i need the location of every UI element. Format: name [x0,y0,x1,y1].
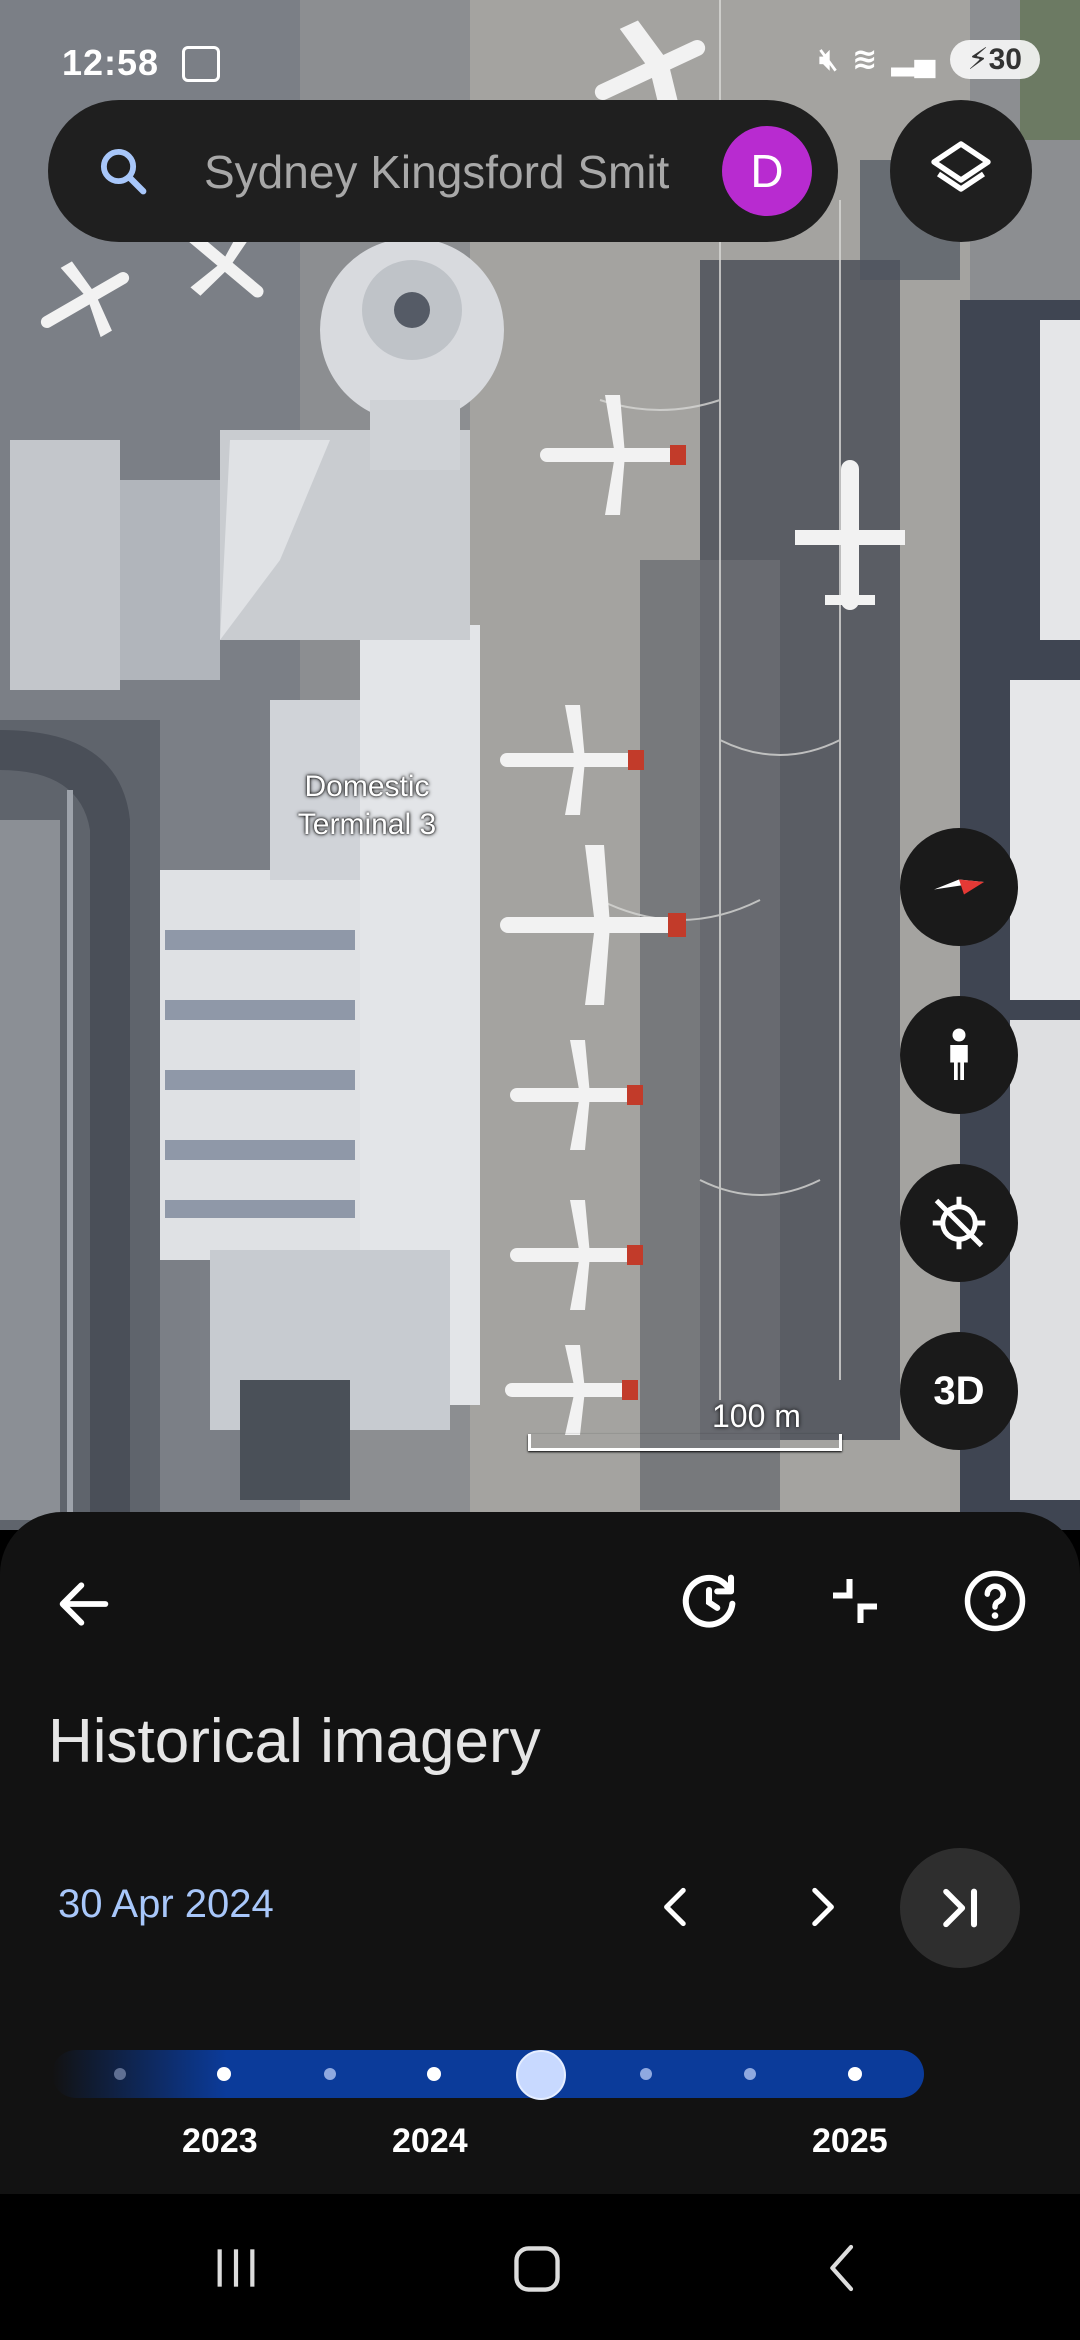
street-view-button[interactable] [900,996,1018,1114]
timeline-label: 2025 [812,2122,888,2160]
account-avatar[interactable]: D [722,126,812,216]
imagery-date: 30 Apr 2024 [58,1882,274,1926]
recent-apps-icon[interactable] [208,2240,264,2296]
battery-indicator: ⚡30 [949,40,1040,79]
status-time: 12:58 [62,42,160,83]
home-icon[interactable] [508,2240,566,2298]
timeline-tick [114,2068,126,2080]
timeline-label: 2024 [392,2122,468,2160]
layers-button[interactable] [890,100,1032,242]
compass-button[interactable] [900,828,1018,946]
3d-label: 3D [933,1369,985,1413]
help-icon[interactable] [962,1568,1028,1634]
search-icon[interactable] [96,144,150,198]
status-bar: 12:58 🔇︎ ≋ ▂▄ ⚡30 [0,0,1080,90]
status-icons: 🔇︎ ≋ ▂▄ ⚡30 [819,40,1040,79]
timeline-thumb[interactable] [516,2050,566,2100]
scale-bar [528,1434,842,1451]
timeline-tick [848,2067,862,2081]
mute-icon: 🔇︎ [819,42,839,76]
signal-icon: ▂▄ [891,43,936,76]
location-off-icon [932,1196,986,1250]
place-label-line2: Terminal 3 [297,808,437,841]
system-nav-bar [0,2194,1080,2340]
next-date-button[interactable] [796,1882,846,1932]
compass-icon [934,879,984,895]
timeline-tick [217,2067,231,2081]
search-bar[interactable]: Sydney Kingsford Smit D [48,100,838,242]
wifi-icon: ≋ [852,43,878,76]
screenshot-icon [182,46,220,82]
latest-imagery-button[interactable] [900,1848,1020,1968]
timeline-tick [744,2068,756,2080]
collapse-icon[interactable] [822,1568,888,1634]
battery-level: 30 [988,43,1022,76]
my-location-button[interactable] [900,1164,1018,1282]
3d-toggle-button[interactable]: 3D [900,1332,1018,1450]
map-place-label[interactable]: Domestic Terminal 3 [282,768,452,844]
place-label-line1: Domestic [304,770,430,803]
timeline-slider[interactable] [52,2050,924,2100]
skip-to-latest-icon [943,1888,978,1928]
back-arrow-icon[interactable] [52,1572,116,1636]
search-input[interactable]: Sydney Kingsford Smit [204,144,734,200]
timeline-tick [427,2067,441,2081]
historical-imagery-panel: Historical imagery 30 Apr 2024 2023 2024… [0,1512,1080,2194]
timeline-tick [324,2068,336,2080]
history-icon[interactable] [676,1568,742,1634]
scale-label: 100 m [712,1398,801,1434]
timeline-tick [640,2068,652,2080]
layers-icon [931,141,991,192]
previous-date-button[interactable] [652,1882,702,1932]
timeline-label: 2023 [182,2122,258,2160]
panel-title: Historical imagery [48,1707,541,1776]
pegman-icon [950,1028,968,1080]
back-nav-icon[interactable] [816,2240,872,2296]
